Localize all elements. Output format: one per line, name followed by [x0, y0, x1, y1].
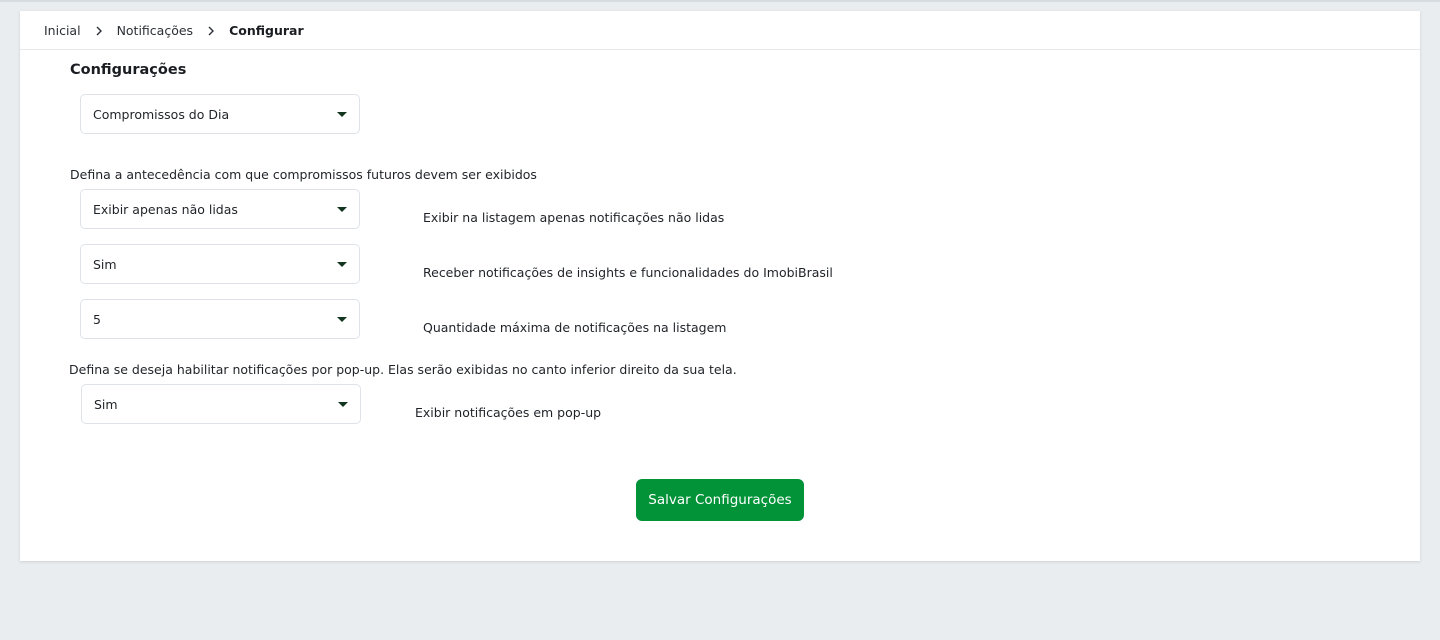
caret-down-icon [337, 317, 347, 322]
insights-select[interactable]: Sim [80, 244, 360, 284]
chevron-right-icon [81, 23, 117, 38]
breadcrumb-item-inicial[interactable]: Inicial [44, 23, 81, 38]
caret-down-icon [337, 207, 347, 212]
chevron-right-icon [193, 23, 229, 38]
popup-description: Exibir notificações em pop-up [415, 405, 602, 420]
popup-select[interactable]: Sim [81, 384, 361, 424]
caret-down-icon [337, 112, 347, 117]
unread-select[interactable]: Exibir apenas não lidas [80, 189, 360, 229]
settings-card: Inicial Notificações Configurar Configur… [20, 11, 1420, 561]
agenda-select[interactable]: Compromissos do Dia [80, 94, 360, 134]
caret-down-icon [338, 402, 348, 407]
breadcrumb-item-configurar: Configurar [229, 22, 304, 38]
save-settings-button[interactable]: Salvar Configurações [636, 479, 804, 521]
section-title: Configurações [70, 62, 187, 78]
popup-hint: Defina se deseja habilitar notificações … [69, 362, 737, 377]
agenda-select-value: Compromissos do Dia [93, 106, 230, 122]
max-notifications-select[interactable]: 5 [80, 299, 360, 339]
unread-select-value: Exibir apenas não lidas [93, 201, 238, 217]
breadcrumb-item-notificacoes[interactable]: Notificações [117, 23, 194, 38]
max-notifications-select-value: 5 [93, 311, 101, 327]
unread-description: Exibir na listagem apenas notificações n… [423, 210, 725, 225]
insights-select-value: Sim [93, 256, 117, 272]
top-border [0, 0, 1440, 2]
agenda-hint: Defina a antecedência com que compromiss… [70, 167, 537, 182]
caret-down-icon [337, 262, 347, 267]
popup-select-value: Sim [94, 396, 118, 412]
breadcrumb: Inicial Notificações Configurar [20, 11, 1420, 50]
max-notifications-description: Quantidade máxima de notificações na lis… [423, 320, 727, 335]
insights-description: Receber notificações de insights e funci… [423, 265, 833, 280]
